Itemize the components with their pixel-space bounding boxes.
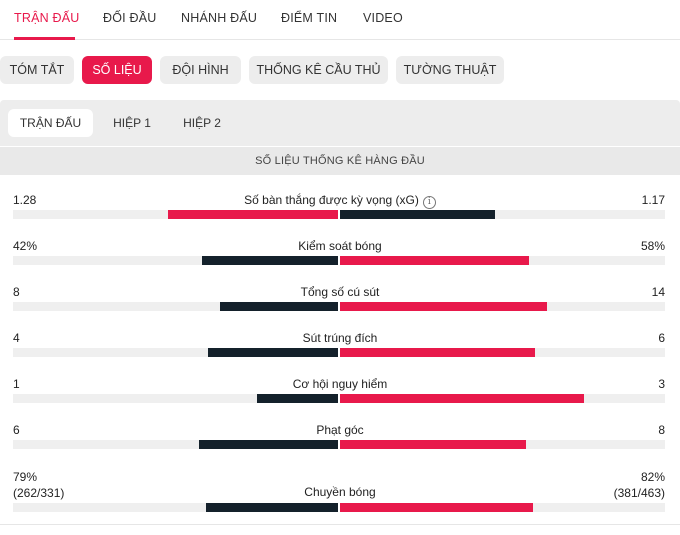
stat-home-bar (205, 503, 338, 512)
tab-match[interactable]: TRẬN ĐẤU (14, 11, 80, 25)
stat-away-bar (340, 256, 529, 265)
stat-away-track (340, 210, 665, 219)
stat-home-track (13, 440, 338, 449)
stat-label-text: Số bàn thắng được kỳ vọng (xG) (244, 193, 419, 207)
stat-label: Số bàn thắng được kỳ vọng (xG) i (0, 193, 680, 209)
stat-away-track (340, 394, 665, 403)
stat-label: Kiểm soát bóng (298, 239, 382, 253)
stat-away-track (340, 302, 665, 311)
stat-away-value: 82% (381/463) (614, 469, 665, 501)
stat-away-value: 14 (651, 285, 665, 299)
stat-away-value: 3 (658, 377, 665, 391)
stat-label: Tổng số cú sút (300, 285, 380, 299)
stat-home-bar (168, 210, 338, 219)
stat-home-track (13, 210, 338, 219)
stat-row-xg: 1.28 Số bàn thắng được kỳ vọng (xG) i 1.1… (0, 193, 680, 233)
info-circle-icon[interactable]: i (422, 196, 436, 209)
stat-home-track (13, 394, 338, 403)
stat-away-bar (340, 210, 496, 219)
stat-away-bar (340, 348, 535, 357)
stat-home-bar (256, 394, 338, 403)
pill-stats[interactable]: SỐ LIỆU (82, 56, 152, 84)
stat-row-passes: 79% (262/331) Chuyền bóng 82% (381/463) (0, 469, 680, 517)
pill-commentary[interactable]: TƯỜNG THUẬT (396, 56, 504, 84)
divider (0, 524, 680, 525)
stat-label: Chuyền bóng (304, 485, 376, 499)
subtab-first-half[interactable]: HIỆP 1 (101, 109, 163, 137)
subtab-second-half[interactable]: HIỆP 2 (171, 109, 233, 137)
stat-away-value: 58% (640, 239, 665, 253)
stat-away-value: 8 (658, 423, 665, 437)
stat-away-track (340, 440, 665, 449)
stat-away-bar (340, 440, 526, 449)
subtab-full-match[interactable]: TRẬN ĐẤU (8, 109, 93, 137)
stat-home-percent: 79% (13, 470, 38, 484)
stat-home-track (13, 302, 338, 311)
stat-away-track (340, 256, 665, 265)
stat-away-detail: (381/463) (613, 486, 665, 500)
stat-away-bar (340, 302, 547, 311)
pill-lineups[interactable]: ĐỘI HÌNH (160, 56, 241, 84)
tab-head-to-head[interactable]: ĐỐI ĐẦU (103, 11, 157, 25)
stat-row-big-chances: 1 Cơ hội nguy hiểm 3 (0, 377, 680, 417)
stat-away-track (340, 503, 665, 512)
stat-home-track (13, 348, 338, 357)
tab-news[interactable]: ĐIỂM TIN (281, 11, 337, 25)
tab-video[interactable]: VIDEO (363, 11, 403, 25)
stat-label: Cơ hội nguy hiểm (292, 377, 388, 391)
stat-away-value: 1.17 (641, 193, 665, 207)
stat-away-percent: 82% (640, 470, 665, 484)
stat-away-bar (340, 503, 533, 512)
stat-label: Sút trúng đích (302, 331, 378, 345)
stat-label: Phạt góc (316, 423, 364, 437)
stat-home-bar (208, 348, 338, 357)
stat-row-corners: 6 Phạt góc 8 (0, 423, 680, 463)
match-nav-tabs: TRẬN ĐẤU ĐỐI ĐẦU NHÁNH ĐẤU ĐIỂM TIN VIDE… (0, 0, 680, 40)
stat-home-track (13, 503, 338, 512)
pill-summary[interactable]: TÓM TẮT (0, 56, 74, 84)
stat-away-track (340, 348, 665, 357)
stat-home-track (13, 256, 338, 265)
stat-away-value: 6 (658, 331, 665, 345)
stat-row-possession: 42% Kiểm soát bóng 58% (0, 239, 680, 279)
stat-home-bar (201, 256, 338, 265)
pill-player-stats[interactable]: THỐNG KÊ CẦU THỦ (249, 56, 388, 84)
section-title: SỐ LIỆU THỐNG KÊ HÀNG ĐẦU (0, 147, 680, 175)
active-tab-indicator (14, 37, 75, 40)
stat-home-bar (219, 302, 338, 311)
stat-row-shots-on-target: 4 Sút trúng đích 6 (0, 331, 680, 371)
stat-away-bar (340, 394, 584, 403)
stat-home-bar (198, 440, 338, 449)
tab-bracket[interactable]: NHÁNH ĐẤU (181, 11, 257, 25)
period-tabs: TRẬN ĐẤU HIỆP 1 HIỆP 2 (0, 100, 680, 146)
stat-row-total-shots: 8 Tổng số cú sút 14 (0, 285, 680, 325)
